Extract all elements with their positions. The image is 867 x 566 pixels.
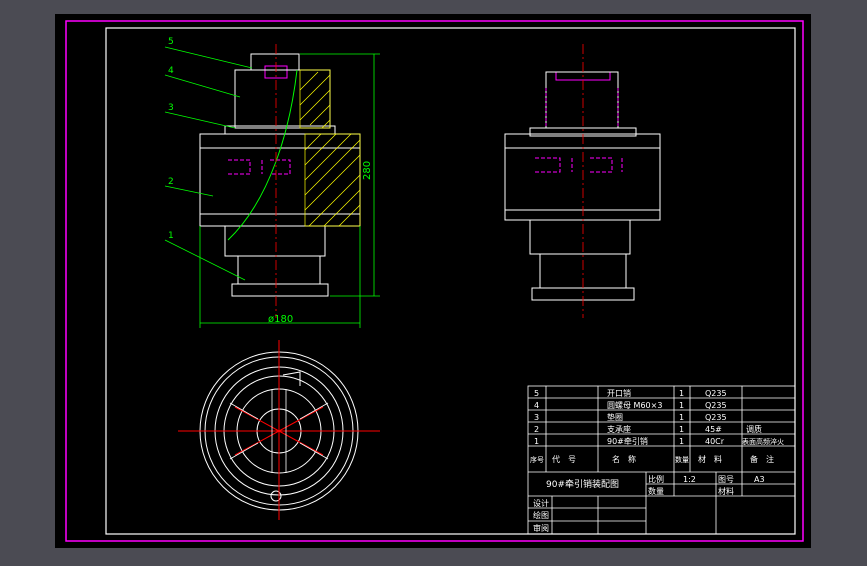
bom-row-1-note: 表面高频淬火 bbox=[742, 437, 784, 446]
drawing-name: 90#牵引销装配图 bbox=[546, 478, 619, 490]
bom-row-4-no: 4 bbox=[534, 401, 539, 410]
sheet-value: A3 bbox=[754, 475, 765, 484]
bom-row-2-material: 45# bbox=[705, 425, 722, 434]
bom-row-2-name: 支承座 bbox=[607, 424, 631, 434]
bom-row-3-name: 垫圈 bbox=[607, 412, 623, 422]
scale-value: 1:2 bbox=[683, 475, 696, 484]
material-label: 材料 bbox=[718, 486, 734, 496]
bom-row-2-qty: 1 bbox=[679, 425, 684, 434]
bom-row-5-name: 开口销 bbox=[607, 388, 631, 398]
bom-row-4-material: Q235 bbox=[705, 401, 727, 410]
bom-row-4-name: 圆螺母 M60×3 bbox=[607, 400, 662, 410]
header-qty: 数量 bbox=[675, 455, 689, 464]
sheet-label: 图号 bbox=[718, 475, 734, 484]
bom-row-3-qty: 1 bbox=[679, 413, 684, 422]
scale-label: 比例 bbox=[648, 474, 664, 484]
balloon-1: 1 bbox=[168, 231, 174, 241]
bom-row-2-no: 2 bbox=[534, 425, 539, 434]
height-dimension: 280 bbox=[362, 161, 373, 180]
bom-row-5-qty: 1 bbox=[679, 389, 684, 398]
header-name: 名 称 bbox=[612, 454, 636, 464]
bom-row-1-name: 90#牵引销 bbox=[607, 436, 648, 446]
checked-label: 审阅 bbox=[533, 523, 549, 533]
balloon-2: 2 bbox=[168, 177, 174, 187]
header-code: 代 号 bbox=[552, 454, 576, 464]
balloon-3: 3 bbox=[168, 103, 174, 113]
bom-row-3-no: 3 bbox=[534, 413, 539, 422]
bom-row-1-qty: 1 bbox=[679, 437, 684, 446]
bom-row-1-material: 40Cr bbox=[705, 437, 725, 446]
bom-row-3-material: Q235 bbox=[705, 413, 727, 422]
header-no: 序号 bbox=[530, 455, 544, 464]
drawn-label: 绘图 bbox=[533, 510, 549, 520]
header-material: 材 料 bbox=[698, 454, 722, 464]
drawing-sheet bbox=[55, 14, 811, 548]
cad-viewport[interactable]: 280 ø180 5 4 3 2 1 5 开口销 1 Q235 4 圆螺母 M6… bbox=[0, 0, 867, 562]
bom-row-1-no: 1 bbox=[534, 437, 539, 446]
header-note: 备 注 bbox=[750, 454, 774, 464]
bom-row-4-qty: 1 bbox=[679, 401, 684, 410]
balloon-5: 5 bbox=[168, 37, 174, 47]
bom-row-5-no: 5 bbox=[534, 389, 539, 398]
bom-row-2-note: 调质 bbox=[746, 424, 762, 434]
diameter-dimension: ø180 bbox=[268, 314, 293, 325]
designed-label: 设计 bbox=[533, 498, 549, 508]
balloon-4: 4 bbox=[168, 66, 174, 76]
drawing-canvas: 280 ø180 5 4 3 2 1 5 开口销 1 Q235 4 圆螺母 M6… bbox=[55, 14, 811, 548]
count-label: 数量 bbox=[648, 486, 664, 496]
bom-row-5-material: Q235 bbox=[705, 389, 727, 398]
